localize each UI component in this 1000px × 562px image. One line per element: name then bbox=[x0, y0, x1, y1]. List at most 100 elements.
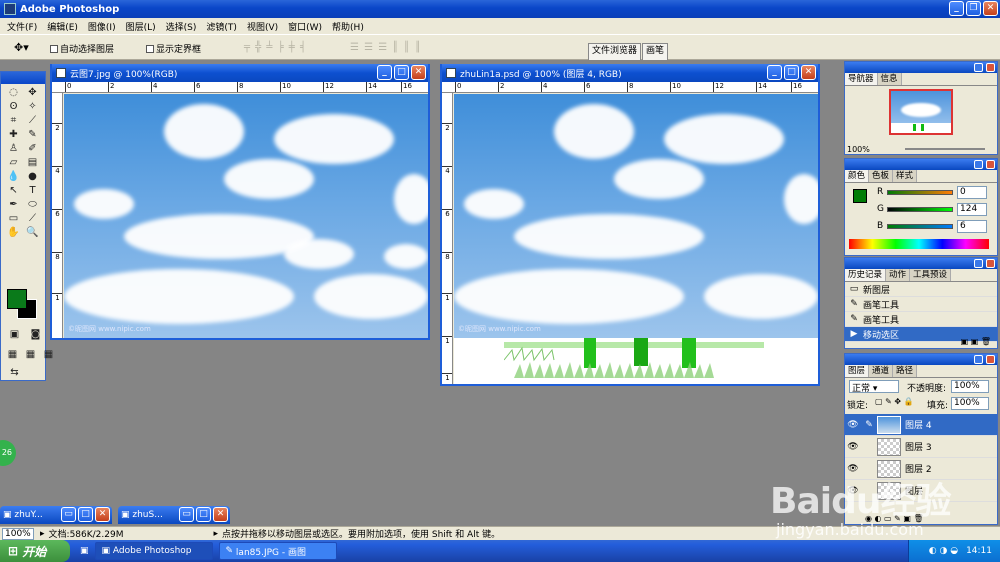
tab-tool-presets[interactable]: 工具预设 bbox=[910, 269, 952, 281]
minimized-window-zhuy[interactable]: ▣ zhuY... ▭ □ ✕ bbox=[0, 506, 112, 524]
g-value[interactable]: 124 bbox=[957, 203, 987, 216]
menu-edit[interactable]: 编辑(E) bbox=[42, 20, 83, 33]
menu-help[interactable]: 帮助(H) bbox=[327, 20, 369, 33]
r-value[interactable]: 0 bbox=[957, 186, 987, 199]
hand-tool-icon[interactable]: ✋ bbox=[5, 226, 22, 239]
doc1-close-button[interactable]: ✕ bbox=[411, 65, 426, 80]
slice-tool-icon[interactable]: ⟋ bbox=[24, 114, 41, 127]
start-button[interactable]: ⊞ 开始 bbox=[0, 540, 70, 562]
standard-mode-icon[interactable]: ▣ bbox=[6, 328, 23, 341]
tab-brushes[interactable]: 画笔 bbox=[642, 43, 669, 60]
tab-layers[interactable]: 图层 bbox=[845, 365, 870, 377]
doc1-maximize-button[interactable]: □ bbox=[394, 65, 409, 80]
clone-stamp-tool-icon[interactable]: ♙ bbox=[5, 142, 22, 155]
tab-file-browser[interactable]: 文件浏览器 bbox=[588, 43, 642, 60]
healing-brush-tool-icon[interactable]: ✚ bbox=[5, 128, 22, 141]
eraser-tool-icon[interactable]: ▱ bbox=[5, 156, 22, 169]
panel-close-icon[interactable] bbox=[986, 63, 995, 72]
quickmask-mode-icon[interactable]: ◙ bbox=[27, 328, 44, 341]
doc1-minimize-button[interactable]: _ bbox=[377, 65, 392, 80]
doc1-title-bar[interactable]: 云图7.jpg @ 100%(RGB) _ □ ✕ bbox=[52, 64, 428, 82]
float-badge[interactable]: 26 bbox=[0, 440, 16, 466]
crop-tool-icon[interactable]: ⌗ bbox=[5, 114, 22, 127]
quick-launch-icon[interactable]: ▣ bbox=[80, 546, 89, 556]
screen-mode-1-icon[interactable]: ▦ bbox=[4, 348, 21, 361]
history-footer-buttons-icon[interactable]: ▣ ▣ 🗑 bbox=[961, 337, 991, 346]
restore-button[interactable]: ❐ bbox=[966, 1, 981, 16]
screen-mode-2-icon[interactable]: ▦ bbox=[22, 348, 39, 361]
history-item[interactable]: ▭ 新图层 bbox=[845, 282, 997, 297]
r-slider[interactable] bbox=[887, 190, 953, 195]
minimized-window-zhus[interactable]: ▣ zhuS... ▭ □ ✕ bbox=[118, 506, 230, 524]
doc2-minimize-button[interactable]: _ bbox=[767, 65, 782, 80]
menu-select[interactable]: 选择(S) bbox=[161, 20, 202, 33]
path-select-tool-icon[interactable]: ↖ bbox=[5, 184, 22, 197]
history-item[interactable]: ✎ 画笔工具 bbox=[845, 297, 997, 312]
foreground-color-swatch[interactable] bbox=[7, 289, 27, 309]
doc-info-arrow-icon[interactable]: ▸ bbox=[40, 529, 45, 539]
document-window-clouds[interactable]: 云图7.jpg @ 100%(RGB) _ □ ✕ 0 2 4 6 8 10 1… bbox=[50, 64, 430, 340]
tab-color[interactable]: 颜色 bbox=[845, 170, 870, 182]
layer-row-selected[interactable]: 👁 ✎ 图层 4 bbox=[845, 414, 997, 436]
magic-wand-tool-icon[interactable]: ✧ bbox=[24, 100, 41, 113]
tab-styles[interactable]: 样式 bbox=[893, 170, 918, 182]
eye-icon[interactable]: 👁 bbox=[845, 442, 861, 452]
tab-history[interactable]: 历史记录 bbox=[845, 269, 887, 281]
align-buttons-icon[interactable]: ╤ ╬ ╧ ╞ ╪ ╡ bbox=[244, 42, 307, 53]
history-item[interactable]: ✎ 画笔工具 bbox=[845, 312, 997, 327]
gradient-tool-icon[interactable]: ▤ bbox=[24, 156, 41, 169]
blur-tool-icon[interactable]: 💧 bbox=[5, 170, 22, 183]
document-window-zhulin[interactable]: zhuLin1a.psd @ 100% (图层 4, RGB) _ □ ✕ 0 … bbox=[440, 64, 820, 386]
auto-select-layer-checkbox[interactable]: 自动选择图层 bbox=[50, 42, 114, 55]
dodge-tool-icon[interactable]: ● bbox=[24, 170, 41, 183]
eyedropper-tool-icon[interactable]: ⟋ bbox=[24, 212, 41, 225]
zoom-tool-icon[interactable]: 🔍 bbox=[24, 226, 41, 239]
tab-swatches[interactable]: 色板 bbox=[869, 170, 894, 182]
doc2-maximize-button[interactable]: □ bbox=[784, 65, 799, 80]
doc2-title-bar[interactable]: zhuLin1a.psd @ 100% (图层 4, RGB) _ □ ✕ bbox=[442, 64, 818, 82]
eye-icon[interactable]: 👁 bbox=[845, 420, 861, 430]
menu-window[interactable]: 窗口(W) bbox=[283, 20, 327, 33]
g-slider[interactable] bbox=[887, 207, 953, 212]
pen-tool-icon[interactable]: ✒ bbox=[5, 198, 22, 211]
navigator-zoom-slider[interactable] bbox=[905, 148, 985, 150]
b-value[interactable]: 6 bbox=[957, 220, 987, 233]
tab-channels[interactable]: 通道 bbox=[869, 365, 894, 377]
panel-close-icon[interactable] bbox=[986, 355, 995, 364]
navigator-zoom[interactable]: 100% bbox=[847, 145, 870, 154]
lock-buttons-icon[interactable]: ▢ ✎ ✥ 🔒 bbox=[875, 397, 914, 406]
tab-info[interactable]: 信息 bbox=[877, 73, 902, 85]
task-paint[interactable]: ✎ lan85.JPG - 画图 bbox=[218, 542, 337, 560]
marquee-tool-icon[interactable]: ◌ bbox=[5, 86, 22, 99]
panel-close-icon[interactable] bbox=[986, 259, 995, 268]
move-tool-icon[interactable]: ✥ bbox=[24, 86, 41, 99]
doc2-canvas[interactable]: ©昵图网 www.nipic.com bbox=[454, 94, 818, 384]
brush-tool-icon[interactable]: ✎ bbox=[24, 128, 41, 141]
move-tool-icon[interactable]: ✥▾ bbox=[14, 41, 29, 54]
shape-tool-icon[interactable]: ⬭ bbox=[24, 198, 41, 211]
tab-navigator[interactable]: 导航器 bbox=[845, 73, 878, 85]
color-spectrum-bar[interactable] bbox=[849, 239, 989, 249]
task-photoshop[interactable]: ▣ Adobe Photoshop bbox=[94, 542, 213, 560]
screen-mode-3-icon[interactable]: ▦ bbox=[40, 348, 57, 361]
minimize-button[interactable]: _ bbox=[949, 1, 964, 16]
history-brush-tool-icon[interactable]: ✐ bbox=[24, 142, 41, 155]
close-button[interactable]: ✕ bbox=[983, 1, 998, 16]
layer-row[interactable]: 👁 图层 3 bbox=[845, 436, 997, 458]
menu-filter[interactable]: 滤镜(T) bbox=[201, 20, 242, 33]
blend-mode-select[interactable]: 正常 ▾ bbox=[849, 380, 899, 394]
menu-view[interactable]: 视图(V) bbox=[242, 20, 283, 33]
fill-input[interactable]: 100% bbox=[951, 397, 989, 410]
notes-tool-icon[interactable]: ▭ bbox=[5, 212, 22, 225]
doc2-close-button[interactable]: ✕ bbox=[801, 65, 816, 80]
distribute-buttons-icon[interactable]: ☰ ☰ ☰ ║ ║ ║ bbox=[350, 42, 422, 53]
status-arrow-icon[interactable]: ▸ bbox=[213, 529, 218, 539]
menu-layer[interactable]: 图层(L) bbox=[121, 20, 161, 33]
status-zoom[interactable]: 100% bbox=[2, 527, 34, 540]
tab-actions[interactable]: 动作 bbox=[886, 269, 911, 281]
menu-image[interactable]: 图像(I) bbox=[83, 20, 121, 33]
doc1-canvas[interactable]: ©昵图网 www.nipic.com bbox=[64, 94, 428, 338]
navigator-thumbnail[interactable] bbox=[889, 89, 953, 135]
menu-file[interactable]: 文件(F) bbox=[2, 20, 42, 33]
show-bounds-checkbox[interactable]: 显示定界框 bbox=[146, 42, 201, 55]
